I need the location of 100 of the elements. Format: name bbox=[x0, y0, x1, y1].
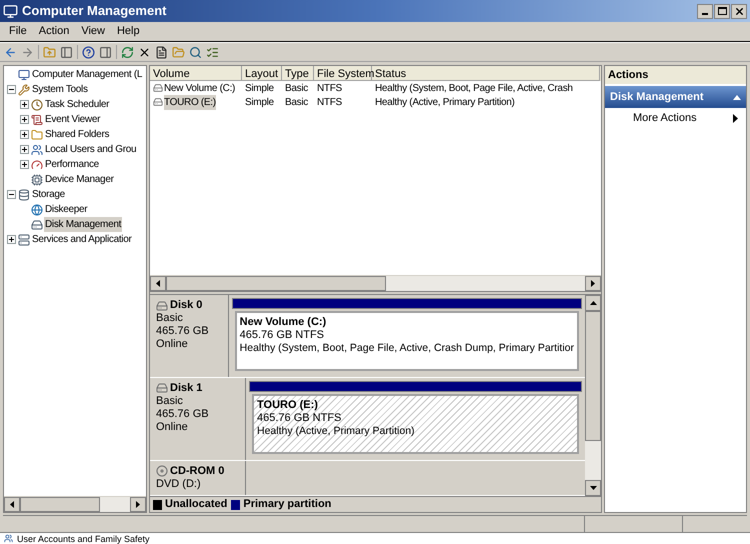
actions-header: Actions bbox=[605, 66, 746, 84]
partition-status: Healthy (System, Boot, Page File, Active, Crash Dump, Primary Partitior bbox=[240, 342, 574, 355]
column-header[interactable]: Volume bbox=[150, 66, 242, 81]
storage-icon bbox=[18, 188, 30, 200]
expander-toggle[interactable] bbox=[6, 190, 16, 199]
disk-info: 465.76 GB bbox=[156, 408, 210, 421]
help-icon[interactable] bbox=[82, 46, 95, 58]
tree-item[interactable]: Disk Management bbox=[44, 217, 122, 232]
checklist-icon[interactable] bbox=[206, 46, 219, 58]
table-cell: TOURO (E:) bbox=[164, 94, 216, 110]
table-cell-text: NTFS bbox=[317, 96, 342, 110]
expander-toggle[interactable] bbox=[20, 115, 28, 124]
up-arrow-icon bbox=[590, 301, 596, 305]
table-cell-text: New Volume (C:) bbox=[164, 82, 236, 96]
menu-item[interactable]: Action bbox=[34, 23, 74, 40]
delete-icon[interactable] bbox=[138, 46, 151, 58]
column-header[interactable]: File System bbox=[314, 66, 372, 81]
vertical-scrollbar[interactable] bbox=[585, 295, 601, 496]
disk-name: Disk 1 bbox=[170, 382, 202, 395]
disk-info: Basic bbox=[156, 394, 184, 408]
partition-block[interactable]: TOURO (E:) 465.76 GB NTFS Healthy (Active, Primary Partition) bbox=[252, 394, 579, 454]
tree-item[interactable]: Shared Folders bbox=[44, 127, 110, 142]
expander-toggle[interactable] bbox=[20, 100, 28, 109]
background-window-text: User Accounts and Family Safety bbox=[17, 534, 150, 544]
users-icon bbox=[4, 534, 13, 543]
table-cell-text: Simple bbox=[245, 82, 274, 96]
down-arrow-icon bbox=[590, 486, 596, 490]
forward-arrow-icon[interactable] bbox=[21, 46, 34, 58]
server-icon bbox=[18, 234, 30, 246]
disk-info: 465.76 GB bbox=[156, 325, 210, 338]
tree-item[interactable]: Task Scheduler bbox=[44, 97, 110, 112]
submenu-arrow-icon bbox=[733, 114, 738, 122]
left-arrow-icon bbox=[156, 280, 160, 287]
legend-label: Unallocated bbox=[165, 497, 228, 512]
column-header[interactable]: Type bbox=[282, 66, 314, 81]
horizontal-scrollbar[interactable] bbox=[150, 275, 601, 291]
drive-icon bbox=[153, 83, 163, 93]
table-cell-text: Simple bbox=[245, 96, 274, 110]
tree-item[interactable]: Computer Management (L bbox=[31, 67, 144, 82]
collapse-icon bbox=[733, 94, 741, 100]
minimize-button[interactable] bbox=[697, 4, 713, 18]
globe-icon bbox=[31, 204, 43, 216]
drive-icon bbox=[153, 97, 163, 107]
table-cell-text: Basic bbox=[285, 82, 308, 96]
partition-size: 465.76 GB NTFS bbox=[240, 329, 326, 342]
folder-icon bbox=[31, 128, 43, 140]
disk-name: CD-ROM 0 bbox=[170, 464, 224, 478]
tree-item[interactable]: Device Manager bbox=[44, 172, 115, 187]
action-link[interactable]: More Actions bbox=[633, 110, 733, 126]
legend-label: Primary partition bbox=[243, 497, 332, 512]
tree-item[interactable]: System Tools bbox=[31, 82, 89, 97]
expander-toggle[interactable] bbox=[20, 145, 28, 154]
tree-item[interactable]: Diskeeper bbox=[44, 202, 88, 217]
users-icon bbox=[31, 144, 43, 156]
window-title: Computer Management bbox=[22, 2, 166, 20]
horizontal-scrollbar[interactable] bbox=[4, 496, 146, 512]
column-header[interactable]: Layout bbox=[242, 66, 282, 81]
partition-name: TOURO (E:) bbox=[257, 398, 319, 412]
tree-item[interactable]: Performance bbox=[44, 157, 100, 172]
close-button[interactable] bbox=[731, 4, 747, 18]
right-arrow-icon bbox=[136, 501, 140, 508]
computer-icon bbox=[18, 68, 30, 80]
refresh-icon[interactable] bbox=[121, 46, 134, 58]
tree-item[interactable]: Local Users and Grou bbox=[44, 142, 138, 157]
expander-toggle[interactable] bbox=[20, 130, 28, 139]
device-icon bbox=[31, 174, 43, 186]
table-cell-text: NTFS bbox=[317, 82, 342, 96]
left-arrow-icon bbox=[10, 501, 14, 508]
partition-size: 465.76 GB NTFS bbox=[257, 412, 342, 425]
section-header[interactable]: Disk Management bbox=[605, 86, 746, 108]
properties-icon[interactable] bbox=[155, 46, 168, 58]
tree-item[interactable]: Storage bbox=[31, 187, 66, 202]
disk-info: DVD (D:) bbox=[156, 478, 202, 491]
clock-icon bbox=[31, 98, 43, 110]
search-icon[interactable] bbox=[189, 46, 202, 58]
wrench-icon bbox=[18, 84, 30, 96]
disk-info: Basic bbox=[156, 312, 184, 325]
log-icon bbox=[31, 114, 43, 126]
tree-item[interactable]: Event Viewer bbox=[44, 112, 102, 127]
close-icon bbox=[734, 6, 744, 16]
expander-toggle[interactable] bbox=[20, 160, 28, 169]
disk-name: Disk 0 bbox=[170, 299, 202, 312]
panel-icon[interactable] bbox=[99, 46, 112, 58]
tree-item[interactable]: Services and Applicatior bbox=[31, 232, 133, 247]
table-cell-text: Healthy (System, Boot, Page File, Active, Crash bbox=[375, 82, 573, 96]
menu-item[interactable]: File bbox=[4, 23, 32, 40]
menu-item[interactable]: View bbox=[76, 23, 110, 40]
table-cell-text: Healthy (Active, Primary Partition) bbox=[375, 96, 515, 110]
menu-item[interactable]: Help bbox=[112, 23, 145, 40]
app-icon bbox=[3, 4, 18, 18]
partition-status: Healthy (Active, Primary Partition) bbox=[257, 424, 416, 438]
expander-toggle[interactable] bbox=[6, 235, 16, 244]
expander-toggle[interactable] bbox=[6, 85, 16, 94]
panel-icon[interactable] bbox=[60, 46, 73, 58]
partition-block[interactable]: New Volume (C:) 465.76 GB NTFS Healthy (System, Boot, Page File, Active, Crash Dump, Primary Partitior bbox=[234, 311, 579, 371]
back-arrow-icon[interactable] bbox=[4, 46, 17, 58]
table-cell-text: Basic bbox=[285, 96, 308, 110]
right-arrow-icon bbox=[591, 280, 595, 287]
maximize-button[interactable] bbox=[714, 4, 730, 18]
partition-name: New Volume (C:) bbox=[240, 316, 328, 329]
